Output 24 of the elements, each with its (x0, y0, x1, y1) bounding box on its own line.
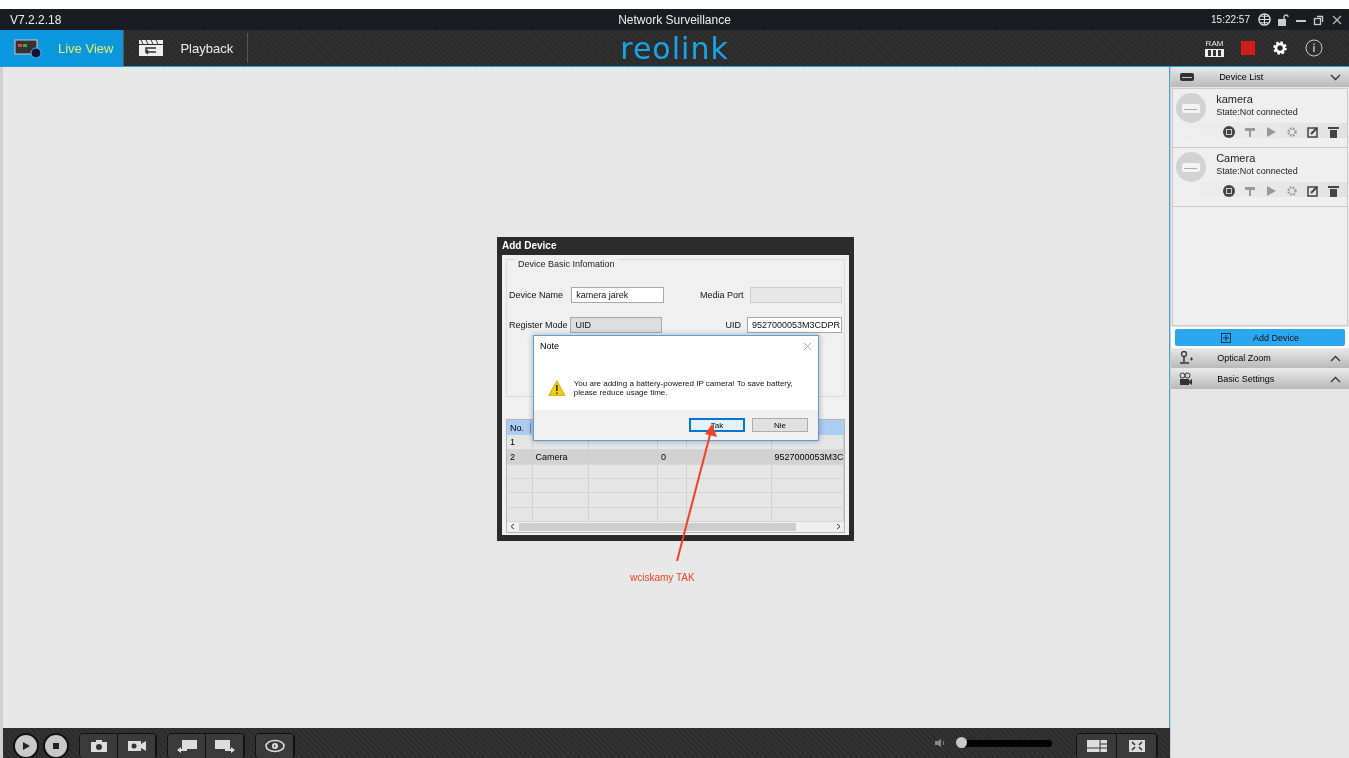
window-title: Network Surveillance (618, 12, 731, 27)
table-cell: 2 (507, 450, 533, 465)
dialog-title: Note (540, 341, 559, 351)
device-name: Camera (1216, 152, 1257, 164)
table-cell: Camera (532, 450, 590, 465)
column-header: No. (507, 422, 531, 433)
table-cell: 9527000053M3C (771, 450, 844, 465)
logo: reolink (620, 30, 729, 66)
note-message: You are adding a battery-powered IP camera! To save battery, please reduce usage time. (573, 379, 794, 397)
section-title: Device Basic Infomation (515, 259, 618, 269)
dialog-title: Add Device (502, 239, 558, 253)
device-name: kamera (1216, 93, 1254, 105)
device-state: State:Not connected (1216, 107, 1298, 117)
field-label: Register Mode (509, 320, 569, 330)
field-label: Device Name (509, 290, 565, 300)
field-label: Media Port (698, 290, 745, 300)
table-cell: 1 (507, 435, 533, 450)
clock-time: 15:22:57 (1211, 14, 1250, 25)
device-state: State:Not connected (1216, 166, 1298, 176)
table-cell: 0 (657, 450, 688, 465)
version-label: V7.2.2.18 (10, 12, 62, 27)
field-label: UID (724, 320, 742, 330)
ram-meter: RAM (1205, 39, 1224, 57)
annotation-text: wciskamy TAK (630, 572, 695, 583)
